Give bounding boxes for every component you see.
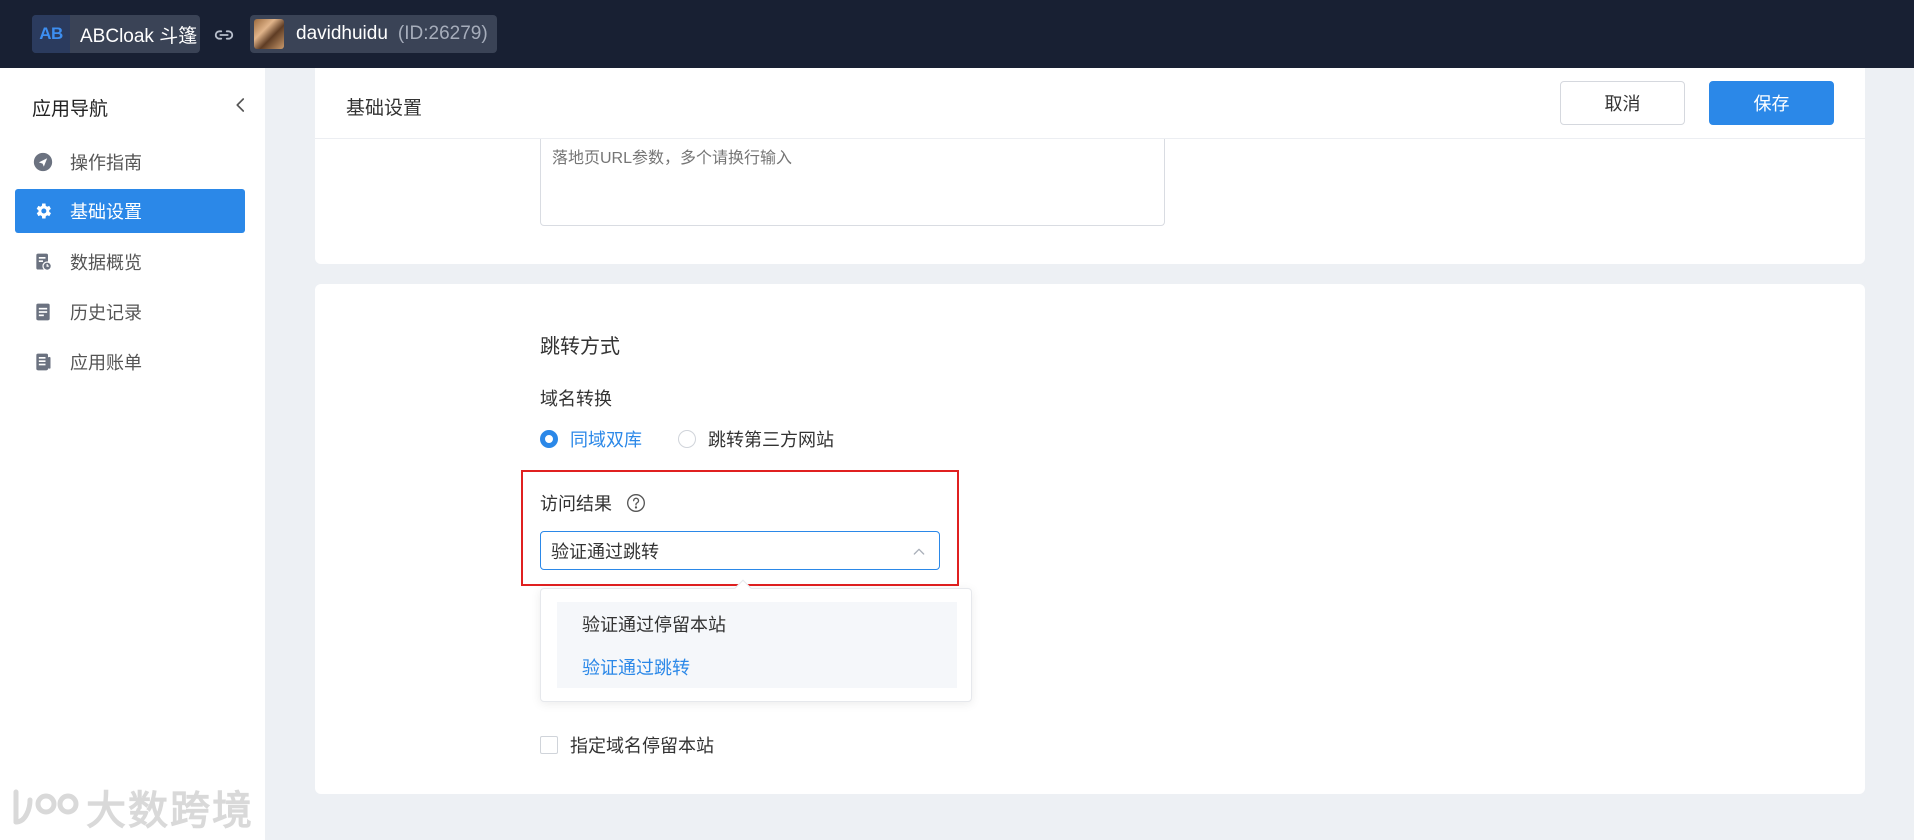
dropdown-option-redirect[interactable]: 验证通过跳转: [557, 645, 957, 688]
specify-domain-checkbox-row[interactable]: 指定域名停留本站: [540, 732, 714, 758]
sidebar-item-label: 历史记录: [70, 303, 142, 323]
visit-result-text: 访问结果: [540, 494, 612, 514]
app-logo: AB: [32, 15, 70, 53]
top-bar: AB ABCloak 斗篷 davidhuidu (ID:26279): [0, 0, 1914, 68]
sidebar-item-settings[interactable]: 基础设置: [15, 189, 245, 233]
app-name: ABCloak 斗篷: [80, 25, 198, 47]
app-switcher[interactable]: AB ABCloak 斗篷: [32, 15, 200, 53]
sidebar-item-label: 操作指南: [70, 153, 142, 173]
radio-button[interactable]: [678, 430, 696, 448]
sidebar-item-guide[interactable]: 操作指南: [15, 140, 245, 184]
sidebar-item-history[interactable]: 历史记录: [15, 290, 245, 334]
dropdown-option-stay[interactable]: 验证通过停留本站: [557, 602, 957, 645]
link-icon: [214, 30, 234, 40]
cancel-button[interactable]: 取消: [1560, 81, 1685, 125]
visit-result-select[interactable]: 验证通过跳转: [540, 531, 940, 570]
user-name: davidhuidu: [296, 23, 388, 44]
checkbox-label: 指定域名停留本站: [570, 736, 714, 756]
domain-conversion-label: 域名转换: [540, 389, 612, 409]
radio-button[interactable]: [540, 430, 558, 448]
select-dropdown: 验证通过停留本站 验证通过跳转: [540, 579, 972, 702]
url-params-textarea[interactable]: [540, 138, 1165, 226]
radio-label: 跳转第三方网站: [708, 430, 834, 450]
bill-icon: [32, 351, 54, 373]
page-header: 基础设置 取消 保存: [315, 68, 1865, 139]
chevron-up-icon: [913, 548, 925, 555]
save-button[interactable]: 保存: [1709, 81, 1834, 125]
gear-icon: [32, 200, 54, 222]
sidebar-item-data[interactable]: 数据概览: [15, 240, 245, 284]
dropdown-list: 验证通过停留本站 验证通过跳转: [557, 602, 957, 688]
radio-same-domain[interactable]: 同域双库: [540, 426, 642, 452]
account-switcher[interactable]: davidhuidu (ID:26279): [250, 15, 497, 53]
avatar: [254, 19, 284, 49]
select-value: 验证通过跳转: [551, 541, 659, 562]
sidebar-item-label: 基础设置: [70, 202, 142, 222]
visit-result-label: 访问结果: [540, 490, 646, 516]
section-title: 跳转方式: [540, 336, 620, 358]
sidebar-item-label: 应用账单: [70, 353, 142, 373]
watermark-text: 大数跨境: [86, 789, 254, 833]
send-icon: [32, 151, 54, 173]
sidebar-item-billing[interactable]: 应用账单: [15, 340, 245, 384]
question-icon[interactable]: [626, 493, 646, 513]
radio-third-party[interactable]: 跳转第三方网站: [678, 426, 834, 452]
domain-radio-group: 同域双库 跳转第三方网站: [540, 426, 870, 452]
watermark: 大数跨境: [10, 778, 254, 836]
watermark-logo-icon: [13, 789, 79, 825]
nav-title: 应用导航: [32, 99, 109, 120]
user-id: (ID:26279): [397, 23, 488, 44]
data-report-icon: [32, 251, 54, 273]
chevron-left-icon[interactable]: [232, 96, 250, 114]
document-icon: [32, 301, 54, 323]
sidebar: 应用导航 操作指南 基础设置 数据概览 历史记录 应用账单 大数跨境: [0, 68, 265, 840]
radio-label: 同域双库: [570, 430, 642, 450]
checkbox[interactable]: [540, 736, 558, 754]
page-title: 基础设置: [346, 98, 423, 119]
sidebar-item-label: 数据概览: [70, 253, 142, 273]
